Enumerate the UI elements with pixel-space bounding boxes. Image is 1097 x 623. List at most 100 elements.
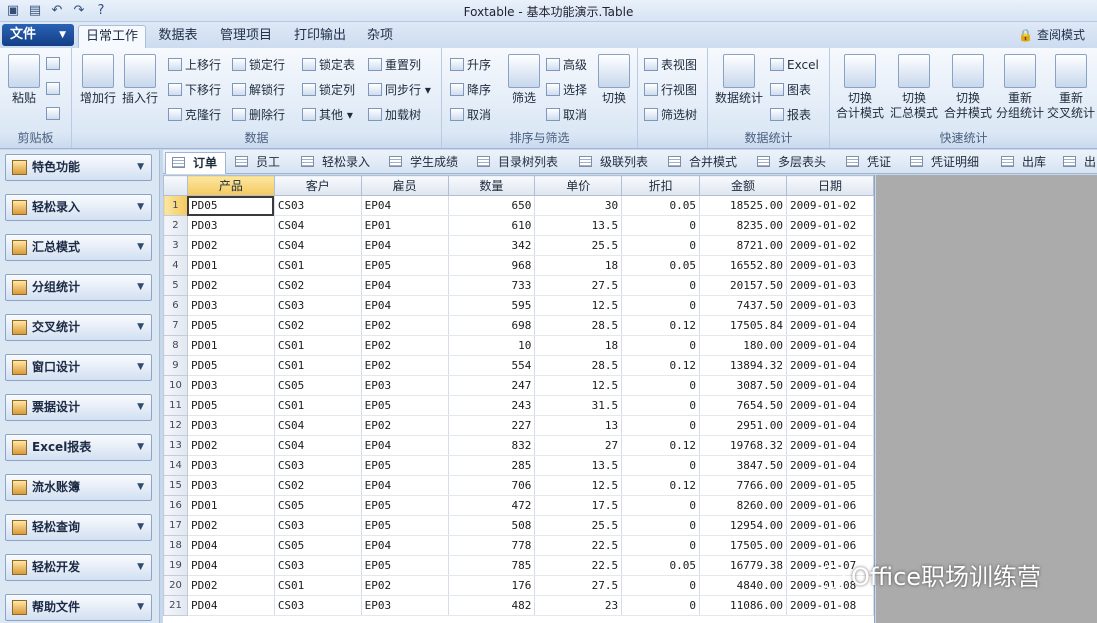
table-cell[interactable]: 23 [534, 595, 623, 616]
table-cell[interactable]: 17505.84 [699, 315, 787, 336]
excel-button[interactable]: Excel [770, 55, 819, 75]
filter-tree-button[interactable]: 筛选树 [644, 105, 697, 125]
lock-column-button[interactable]: 锁定列 [302, 80, 355, 100]
table-cell[interactable]: 0 [621, 415, 701, 436]
data-stats-button[interactable]: 数据统计 [712, 54, 766, 106]
table-cell[interactable]: EP04 [361, 275, 449, 296]
table-cell[interactable]: 0.12 [621, 435, 701, 456]
table-cell[interactable]: PD04 [187, 595, 275, 616]
table-cell[interactable]: EP05 [361, 255, 449, 276]
table-cell[interactable]: 968 [448, 255, 536, 276]
cut-button[interactable] [46, 79, 63, 99]
sidebar-item-help[interactable]: 帮助文件 ▼ [5, 594, 152, 621]
table-cell[interactable]: 7437.50 [699, 295, 787, 316]
table-cell[interactable]: CS03 [274, 455, 362, 476]
filter-cancel-button[interactable]: 取消 [546, 105, 587, 125]
table-cell[interactable]: 0 [621, 395, 701, 416]
table-row[interactable]: 12 PD03 CS04 EP02 227 13 0 2951.00 2009-01-04 [163, 415, 874, 436]
table-cell[interactable]: 13.5 [534, 215, 623, 236]
select-filter-button[interactable]: 选择 [546, 80, 587, 100]
table-cell[interactable]: PD03 [187, 475, 275, 496]
table-cell[interactable]: 285 [448, 455, 536, 476]
table-cell[interactable]: 0 [621, 295, 701, 316]
table-cell[interactable]: 554 [448, 355, 536, 376]
table-cell[interactable]: CS01 [274, 355, 362, 376]
table-row[interactable]: 17 PD02 CS03 EP05 508 25.5 0 12954.00 2009-01-06 [163, 515, 874, 536]
lock-row-button[interactable]: 锁定行 [232, 55, 285, 75]
table-cell[interactable]: 472 [448, 495, 536, 516]
regroup-stats-button[interactable]: 重新 分组统计 [994, 54, 1046, 121]
column-header[interactable]: 雇员 [360, 175, 449, 196]
table-cell[interactable]: 18 [534, 335, 623, 356]
table-cell[interactable]: 0.12 [621, 475, 701, 496]
table-cell[interactable]: EP02 [361, 355, 449, 376]
sheet-tab-grades[interactable]: 学生成绩 [389, 152, 458, 174]
row-header[interactable]: 8 [163, 335, 188, 356]
reset-column-button[interactable]: 重置列 [368, 55, 421, 75]
table-cell[interactable]: 2009-01-02 [786, 215, 874, 236]
table-cell[interactable]: 2009-01-04 [786, 315, 874, 336]
column-header[interactable]: 日期 [785, 175, 874, 196]
table-row[interactable]: 10 PD03 CS05 EP03 247 12.5 0 3087.50 2009-01-04 [163, 375, 874, 396]
table-cell[interactable]: 22.5 [534, 535, 623, 556]
sidebar-item-easy-entry[interactable]: 轻松录入 ▼ [5, 194, 152, 221]
table-cell[interactable]: 12954.00 [699, 515, 787, 536]
table-cell[interactable]: 2009-01-05 [786, 475, 874, 496]
table-row[interactable]: 20 PD02 CS01 EP02 176 27.5 0 4840.00 2009-01-08 [163, 575, 874, 596]
table-row[interactable]: 9 PD05 CS01 EP02 554 28.5 0.12 13894.32 2009-01-… [163, 355, 874, 376]
sheet-tab-truncated[interactable]: 出 [1063, 152, 1096, 174]
table-row[interactable]: 15 PD03 CS02 EP04 706 12.5 0.12 7766.00 2009-01-… [163, 475, 874, 496]
table-cell[interactable]: 3087.50 [699, 375, 787, 396]
sheet-tab-employees[interactable]: 员工 [235, 152, 280, 174]
lock-table-button[interactable]: 锁定表 [302, 55, 355, 75]
table-cell[interactable]: 20157.50 [699, 275, 787, 296]
row-header[interactable]: 11 [163, 395, 188, 416]
sheet-tab-merge-mode[interactable]: 合并模式 [668, 152, 737, 174]
table-cell[interactable]: EP03 [361, 595, 449, 616]
table-cell[interactable]: 0 [621, 335, 701, 356]
table-row[interactable]: 14 PD03 CS03 EP05 285 13.5 0 3847.50 2009-01-04 [163, 455, 874, 476]
table-cell[interactable]: 2009-01-06 [786, 515, 874, 536]
table-cell[interactable]: 4840.00 [699, 575, 787, 596]
table-cell[interactable]: 16779.38 [699, 555, 787, 576]
sidebar-item-excel-report[interactable]: Excel报表 ▼ [5, 434, 152, 461]
move-down-button[interactable]: 下移行 [168, 80, 221, 100]
table-cell[interactable]: 2009-01-04 [786, 395, 874, 416]
recross-stats-button[interactable]: 重新 交叉统计 [1046, 54, 1096, 121]
sidebar-item-summary-mode[interactable]: 汇总模式 ▼ [5, 234, 152, 261]
table-cell[interactable]: 0.05 [621, 555, 701, 576]
table-cell[interactable]: 3847.50 [699, 455, 787, 476]
table-row[interactable]: 3 PD02 CS04 EP04 342 25.5 0 8721.00 2009-01-02 [163, 235, 874, 256]
column-header[interactable]: 客户 [273, 175, 362, 196]
table-cell[interactable]: 706 [448, 475, 536, 496]
table-cell[interactable]: 0 [621, 235, 701, 256]
table-cell[interactable]: 12.5 [534, 375, 623, 396]
table-cell[interactable]: 13 [534, 415, 623, 436]
table-cell[interactable]: 28.5 [534, 355, 623, 376]
tab-print-output[interactable]: 打印输出 [286, 25, 354, 48]
sort-asc-button[interactable]: 升序 [450, 55, 491, 75]
switch-merge-mode-button[interactable]: 切换 合并模式 [942, 54, 994, 121]
tab-manage-project[interactable]: 管理项目 [212, 25, 280, 48]
table-cell[interactable]: CS02 [274, 275, 362, 296]
table-cell[interactable]: 0.05 [621, 255, 701, 276]
row-header[interactable]: 5 [163, 275, 188, 296]
table-row[interactable]: 18 PD04 CS05 EP04 778 22.5 0 17505.00 2009-01-06 [163, 535, 874, 556]
sheet-tab-tree-list[interactable]: 目录树列表 [477, 152, 558, 174]
table-cell[interactable]: EP05 [361, 495, 449, 516]
row-header[interactable]: 17 [163, 515, 188, 536]
table-cell[interactable]: 227 [448, 415, 536, 436]
table-cell[interactable]: 0.12 [621, 355, 701, 376]
table-cell[interactable]: PD03 [187, 215, 275, 236]
row-view-button[interactable]: 行视图 [644, 80, 697, 100]
table-cell[interactable]: CS01 [274, 255, 362, 276]
sheet-tab-outbound[interactable]: 出库 [1001, 152, 1046, 174]
row-header[interactable]: 6 [163, 295, 188, 316]
row-header[interactable]: 10 [163, 375, 188, 396]
table-cell[interactable]: CS04 [274, 435, 362, 456]
sidebar-item-window-design[interactable]: 窗口设计 ▼ [5, 354, 152, 381]
table-cell[interactable]: PD05 [187, 355, 275, 376]
table-cell[interactable]: 10 [448, 335, 536, 356]
table-row[interactable]: 7 PD05 CS02 EP02 698 28.5 0.12 17505.84 2009-01-… [163, 315, 874, 336]
table-cell[interactable]: PD02 [187, 515, 275, 536]
